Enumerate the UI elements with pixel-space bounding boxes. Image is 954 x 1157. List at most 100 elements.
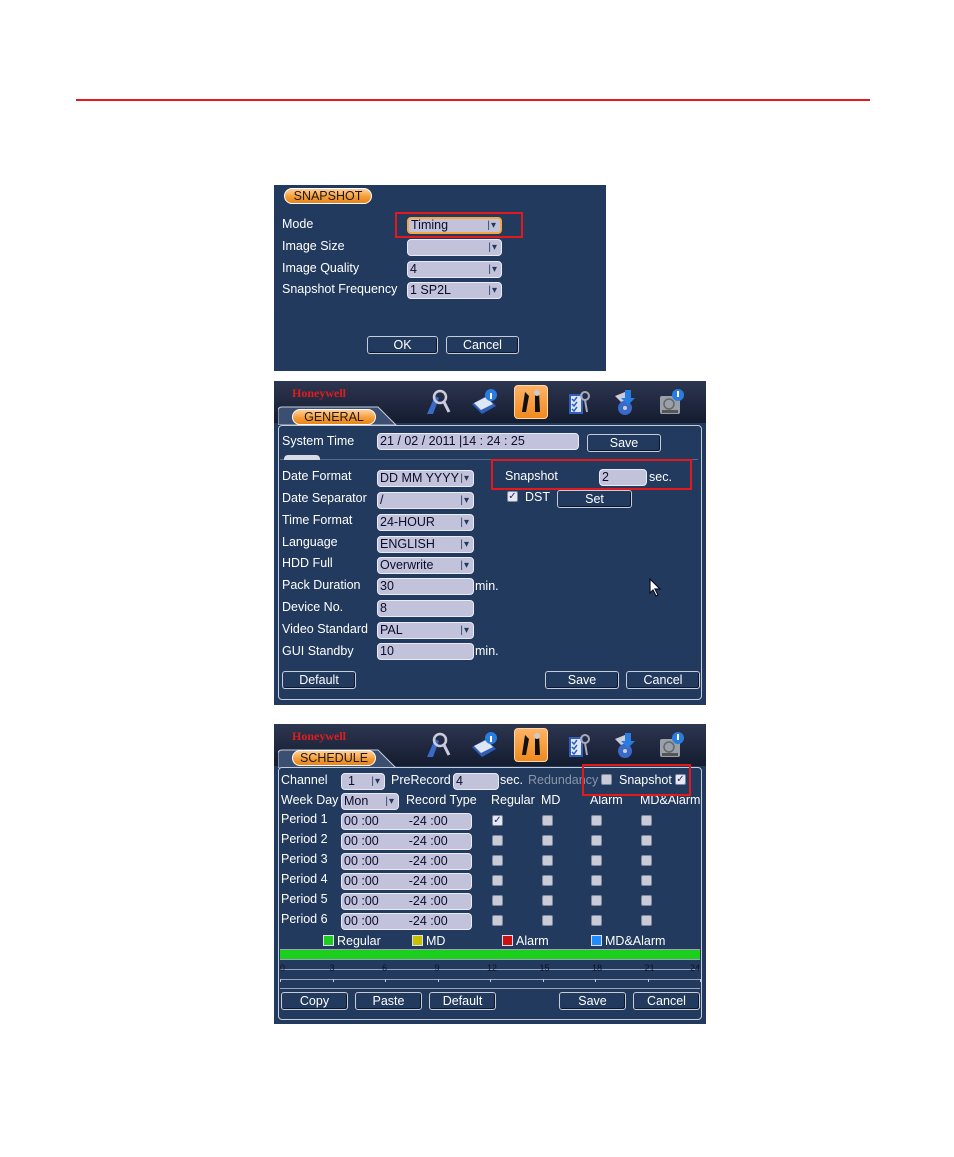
tab-schedule[interactable]: SCHEDULE — [292, 750, 376, 766]
channel-select[interactable]: 1 — [341, 773, 385, 790]
snapshot-frequency-label: Snapshot Frequency — [282, 282, 398, 296]
period-regular-checkbox[interactable] — [492, 855, 503, 866]
highlight-snapshot-interval — [491, 459, 692, 490]
period-regular-checkbox[interactable]: ✓ — [492, 815, 503, 826]
period-end[interactable]: -24 :00 — [409, 834, 448, 848]
image-quality-select[interactable]: 4 — [407, 261, 502, 278]
prerecord-label: PreRecord — [391, 773, 451, 787]
period-start[interactable]: 00 :00 — [344, 814, 379, 828]
cancel-button[interactable]: Cancel — [626, 671, 700, 689]
shutdown-icon[interactable] — [654, 385, 688, 419]
security-checklist-icon[interactable] — [562, 728, 596, 762]
default-button[interactable]: Default — [429, 992, 496, 1010]
dst-set-button[interactable]: Set — [557, 490, 632, 508]
system-time-field[interactable]: 21 / 02 / 2011 |14 : 24 : 25 — [377, 433, 579, 450]
period-regular-checkbox[interactable] — [492, 875, 503, 886]
period-regular-checkbox[interactable] — [492, 835, 503, 846]
save-button[interactable]: Save — [559, 992, 626, 1010]
image-size-select[interactable] — [407, 239, 502, 256]
period-end[interactable]: -24 :00 — [409, 894, 448, 908]
period-md-checkbox[interactable] — [542, 835, 553, 846]
period-md-alarm-checkbox[interactable] — [641, 875, 652, 886]
tab-general[interactable]: GENERAL — [292, 409, 376, 425]
pack-duration-input[interactable]: 30 — [377, 578, 474, 595]
weekday-select[interactable]: Mon — [341, 793, 399, 810]
period-alarm-checkbox[interactable] — [591, 915, 602, 926]
period-label: Period 2 — [281, 832, 328, 846]
cancel-button[interactable]: Cancel — [446, 336, 519, 354]
period-md-checkbox[interactable] — [542, 895, 553, 906]
date-format-select[interactable]: DD MM YYYY — [377, 470, 474, 487]
security-checklist-icon[interactable] — [562, 385, 596, 419]
period-alarm-checkbox[interactable] — [591, 835, 602, 846]
period-alarm-checkbox[interactable] — [591, 875, 602, 886]
period-end[interactable]: -24 :00 — [409, 814, 448, 828]
dst-checkbox[interactable]: ✓ — [507, 491, 518, 502]
prerecord-input[interactable]: 4 — [453, 773, 499, 790]
period-md-alarm-checkbox[interactable] — [641, 835, 652, 846]
period-md-checkbox[interactable] — [542, 875, 553, 886]
period-time-range[interactable]: 00 :00 -24 :00 — [341, 813, 472, 830]
mouse-cursor-icon — [649, 578, 662, 597]
backup-icon[interactable] — [608, 728, 642, 762]
period-start[interactable]: 00 :00 — [344, 854, 379, 868]
period-start[interactable]: 00 :00 — [344, 874, 379, 888]
period-label: Period 6 — [281, 912, 328, 926]
period-end[interactable]: -24 :00 — [409, 854, 448, 868]
time-format-select[interactable]: 24-HOUR — [377, 514, 474, 531]
period-start[interactable]: 00 :00 — [344, 894, 379, 908]
period-md-alarm-checkbox[interactable] — [641, 915, 652, 926]
backup-icon[interactable] — [608, 385, 642, 419]
device-no-input[interactable]: 8 — [377, 600, 474, 617]
pack-duration-unit: min. — [475, 579, 499, 593]
language-select[interactable]: ENGLISH — [377, 536, 474, 553]
period-md-alarm-checkbox[interactable] — [641, 855, 652, 866]
period-time-range[interactable]: 00 :00 -24 :00 — [341, 873, 472, 890]
timeline-tick — [437, 979, 439, 982]
period-time-range[interactable]: 00 :00 -24 :00 — [341, 833, 472, 850]
period-md-alarm-checkbox[interactable] — [641, 815, 652, 826]
period-start[interactable]: 00 :00 — [344, 914, 379, 928]
timeline[interactable]: 0 3 6 9 12 15 18 21 24 — [280, 949, 701, 989]
hdd-full-select[interactable]: Overwrite — [377, 557, 474, 574]
cancel-button[interactable]: Cancel — [633, 992, 700, 1010]
period-time-range[interactable]: 00 :00 -24 :00 — [341, 853, 472, 870]
save-time-button[interactable]: Save — [587, 434, 661, 452]
shutdown-icon[interactable] — [654, 728, 688, 762]
settings-tools-icon[interactable] — [514, 728, 548, 762]
save-button[interactable]: Save — [545, 671, 619, 689]
period-md-checkbox[interactable] — [542, 915, 553, 926]
period-start[interactable]: 00 :00 — [344, 834, 379, 848]
gui-standby-input[interactable]: 10 — [377, 643, 474, 660]
ok-button[interactable]: OK — [367, 336, 438, 354]
timeline-tick — [332, 979, 334, 982]
period-end[interactable]: -24 :00 — [409, 874, 448, 888]
default-button[interactable]: Default — [282, 671, 356, 689]
paste-button[interactable]: Paste — [355, 992, 422, 1010]
timeline-tick-label: 0 — [280, 963, 286, 973]
legend-md-alarm-label: MD&Alarm — [605, 934, 666, 948]
info-icon[interactable] — [467, 385, 501, 419]
period-alarm-checkbox[interactable] — [591, 855, 602, 866]
period-alarm-checkbox[interactable] — [591, 815, 602, 826]
info-icon[interactable] — [467, 728, 501, 762]
period-end[interactable]: -24 :00 — [409, 914, 448, 928]
legend-regular-label: Regular — [337, 934, 381, 948]
video-standard-select[interactable]: PAL — [377, 622, 474, 639]
period-md-alarm-checkbox[interactable] — [641, 895, 652, 906]
snapshot-frequency-select[interactable]: 1 SP2L — [407, 282, 502, 299]
period-regular-checkbox[interactable] — [492, 915, 503, 926]
tab-snapshot[interactable]: SNAPSHOT — [284, 188, 372, 204]
period-md-checkbox[interactable] — [542, 855, 553, 866]
date-separator-select[interactable]: / — [377, 492, 474, 509]
settings-tools-icon[interactable] — [514, 385, 548, 419]
search-icon[interactable] — [420, 728, 454, 762]
period-regular-checkbox[interactable] — [492, 895, 503, 906]
period-time-range[interactable]: 00 :00 -24 :00 — [341, 893, 472, 910]
device-no-label: Device No. — [282, 600, 344, 614]
period-md-checkbox[interactable] — [542, 815, 553, 826]
period-time-range[interactable]: 00 :00 -24 :00 — [341, 913, 472, 930]
period-alarm-checkbox[interactable] — [591, 895, 602, 906]
search-icon[interactable] — [420, 385, 454, 419]
copy-button[interactable]: Copy — [281, 992, 348, 1010]
